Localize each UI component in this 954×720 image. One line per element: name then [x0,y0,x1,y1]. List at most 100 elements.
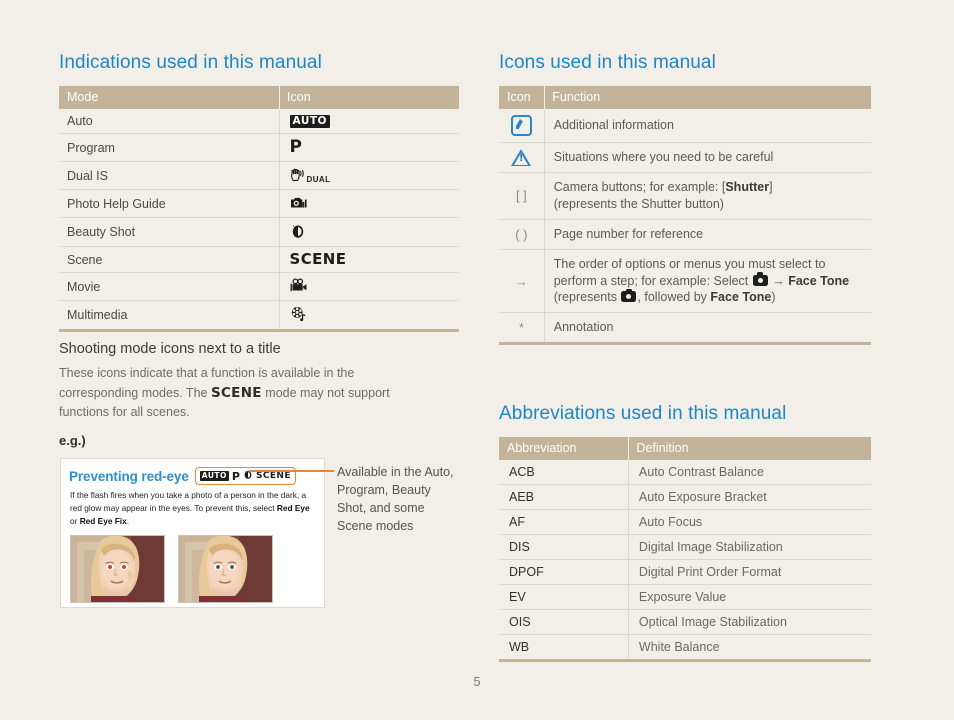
column-header-icon: Icon [499,86,545,109]
table-row: DPOF Digital Print Order Format [499,559,871,586]
table-row: Multimedia [59,300,459,333]
function-caution: Situations where you need to be careful [544,142,871,174]
column-header-function: Function [544,86,871,109]
dual-is-mode-icon: DUAL [290,167,331,184]
order-line3-mid: , followed by [637,290,711,305]
table-row: * Annotation [499,312,871,346]
indications-table: Mode Icon Auto AUTO Program P Dual IS DU… [59,86,459,333]
camera-buttons-post: ] [769,180,773,195]
badge-program-icon: P [231,469,240,483]
definition-aeb: Auto Exposure Bracket [628,484,871,511]
scene-inline-label: SCENE [210,384,262,401]
arrow-right-icon: → [499,249,545,314]
example-body-mid: or [70,515,80,526]
right-column: Icons used in this manual Icon Function … [499,52,871,663]
order-line1: The order of options or menus you must s… [553,256,826,271]
abbreviation-aeb: AEB [499,484,629,511]
mode-label-scene: Scene [59,246,280,274]
example-photos [61,528,324,603]
column-header-definition: Definition [628,437,871,461]
example-bold-red-eye: Red Eye [276,502,310,513]
abbreviations-section-title: Abbreviations used in this manual [499,403,787,425]
photo-help-guide-icon-cell [279,189,459,218]
scene-mode-icon-cell: SCENE [279,246,459,274]
note-icon [510,115,532,136]
annotation-connector-line [249,470,334,472]
example-title-row: Preventing red-eye AUTO P SCENE [61,459,324,485]
manual-page: Indications used in this manual Mode Ico… [0,0,954,720]
function-additional-information: Additional information [544,109,871,143]
badge-auto-icon: AUTO [199,471,229,481]
scene-mode-icon: SCENE [289,250,347,269]
table-row: Dual IS DUAL [59,161,459,190]
table-header-row: Abbreviation Definition [499,437,871,461]
eg-label: e.g.) [59,433,86,448]
table-row: → The order of options or menus you must… [499,249,871,314]
table-row: Situations where you need to be careful [499,142,871,174]
table-row: ACB Auto Contrast Balance [499,460,871,486]
table-row: WB White Balance [499,634,871,663]
photo-help-guide-icon [290,195,308,212]
multimedia-mode-icon [290,306,308,324]
abbreviation-dis: DIS [499,534,629,561]
mode-label-dual-is: Dual IS [59,161,280,190]
mode-label-program: Program [59,133,280,162]
table-row: Program P [59,133,459,162]
example-body-pre: If the flash fires when you take a photo… [70,490,307,513]
column-header-mode: Mode [59,86,280,109]
table-row: ( ) Page number for reference [499,219,871,250]
mode-label-photo-help-guide: Photo Help Guide [59,189,280,218]
dual-is-icon-cell: DUAL [279,161,459,190]
mode-label-multimedia: Multimedia [59,300,280,333]
camera-buttons-pre: Camera buttons; for example: [ [553,180,726,195]
abbreviation-ois: OIS [499,609,629,636]
left-column: Indications used in this manual Mode Ico… [59,52,459,333]
program-mode-icon-cell: P [279,133,459,162]
table-row: [ ] Camera buttons; for example: [Shutte… [499,172,871,220]
table-row: Additional information [499,109,871,143]
table-header-row: Mode Icon [59,86,459,109]
table-row: AF Auto Focus [499,509,871,536]
function-camera-buttons: Camera buttons; for example: [Shutter] (… [544,172,871,220]
photo-red-eye [70,534,165,603]
definition-ois: Optical Image Stabilization [628,609,871,636]
shooting-mode-heading: Shooting mode icons next to a title [59,341,281,357]
order-line2-mid: → [768,273,789,288]
abbreviation-ev: EV [499,584,629,611]
definition-ev: Exposure Value [628,584,871,611]
definition-acb: Auto Contrast Balance [628,460,871,486]
abbreviation-dpof: DPOF [499,559,629,586]
table-row: EV Exposure Value [499,584,871,611]
mode-label-auto: Auto [59,109,280,134]
table-row: DIS Digital Image Stabilization [499,534,871,561]
auto-mode-icon: AUTO [289,115,330,128]
abbreviation-acb: ACB [499,460,629,486]
function-order-of-options: The order of options or menus you must s… [544,249,871,314]
camera-buttons-bold: Shutter [725,180,770,195]
photo-corrected [178,534,273,603]
page-number: 5 [473,674,481,689]
definition-wb: White Balance [628,634,871,663]
caution-icon [511,149,532,167]
beauty-shot-icon [290,223,306,241]
icons-table: Icon Function Additional information Sit… [499,86,871,346]
icons-section-title: Icons used in this manual [499,52,716,73]
table-header-row: Icon Function [499,86,871,109]
function-page-number: Page number for reference [544,219,871,250]
asterisk-icon: * [499,312,545,346]
example-body-text: If the flash fires when you take a photo… [61,485,324,528]
abbreviation-af: AF [499,509,629,536]
order-line3-post: ) [771,290,776,305]
column-header-icon: Icon [279,86,459,109]
definition-af: Auto Focus [628,509,871,536]
mode-label-movie: Movie [59,272,280,302]
beauty-shot-icon-cell [279,217,459,247]
note-icon-cell [499,109,545,143]
table-row: Photo Help Guide [59,189,459,218]
mode-label-beauty-shot: Beauty Shot [59,217,280,247]
shooting-mode-section: Shooting mode icons next to a title Thes… [59,341,439,422]
parentheses-icon: ( ) [499,219,545,250]
shooting-mode-description: These icons indicate that a function is … [59,364,419,422]
function-annotation: Annotation [544,312,871,346]
order-face-tone-bold-1: Face Tone [788,273,850,288]
